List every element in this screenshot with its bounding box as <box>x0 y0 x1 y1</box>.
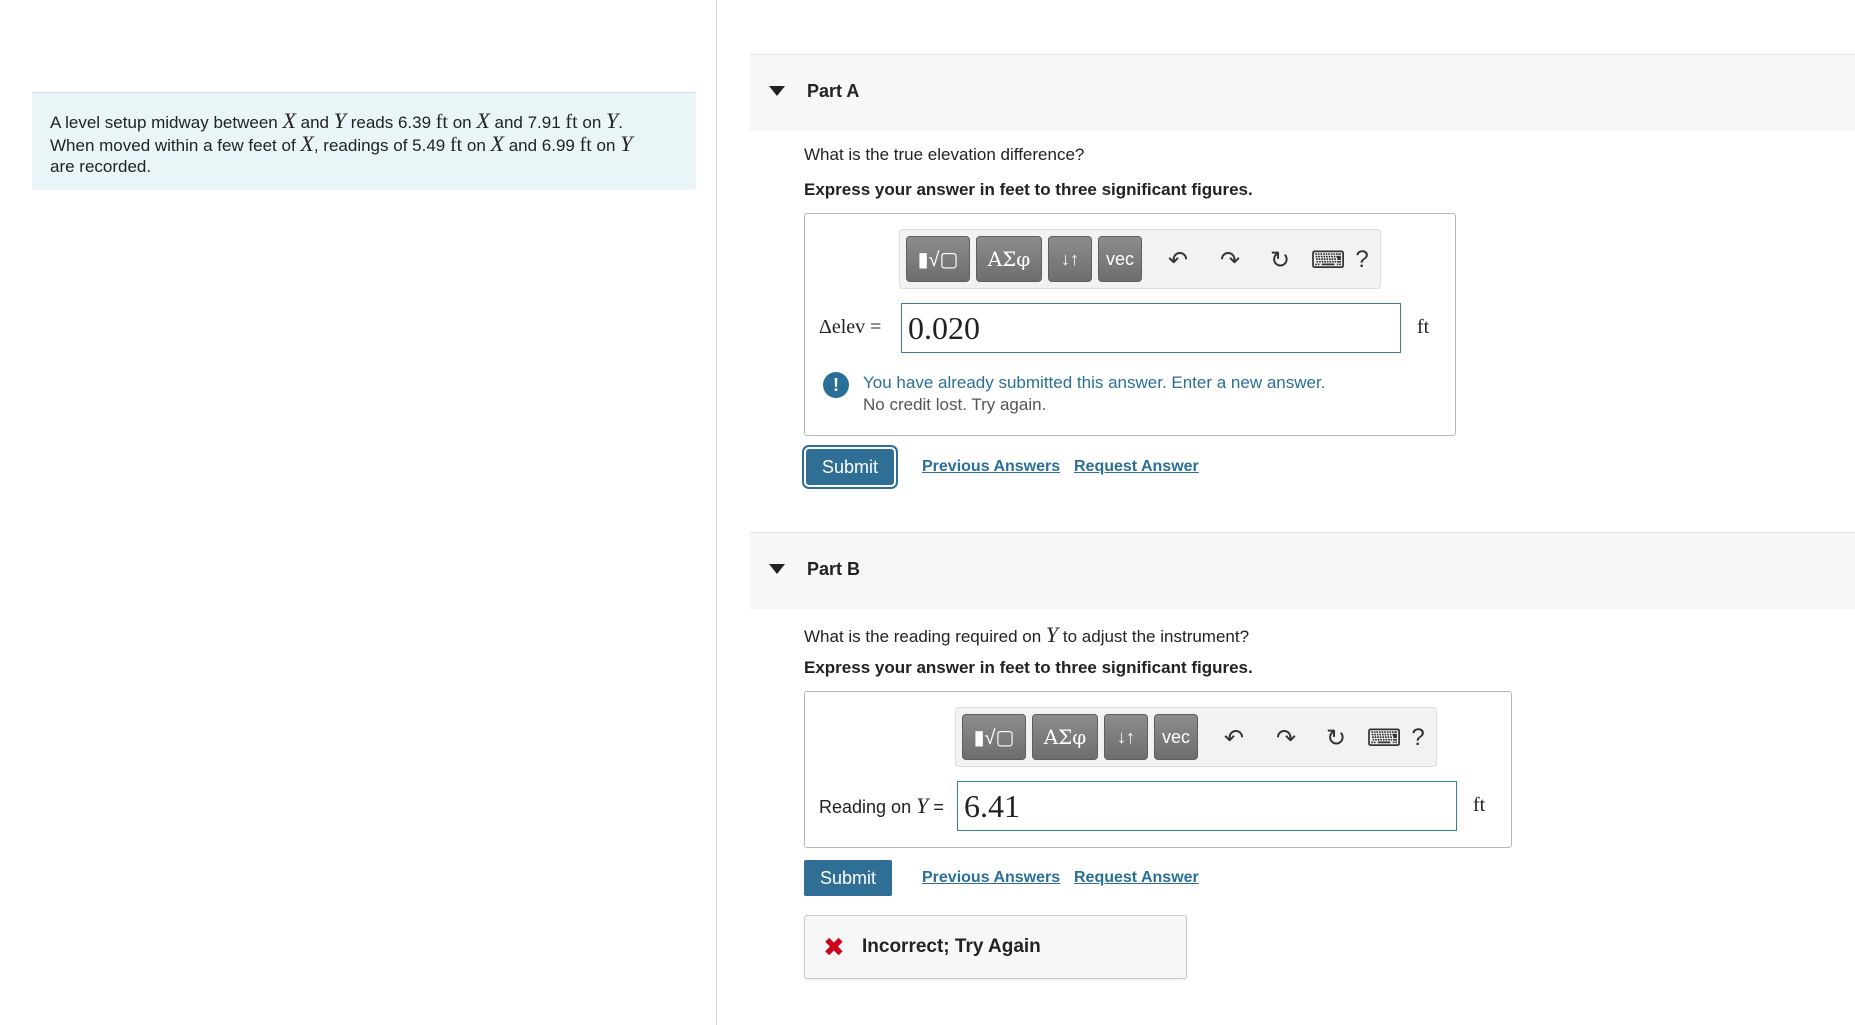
part-a-unit: ft <box>1417 316 1430 338</box>
var-x: X <box>300 131 314 156</box>
feedback-box: ✖ Incorrect; Try Again <box>804 915 1187 979</box>
problem-statement: A level setup midway between X and Y rea… <box>32 92 696 190</box>
part-a-question: What is the true elevation difference? <box>804 145 1085 164</box>
part-b-previous-answers-link[interactable]: Previous Answers <box>922 869 1060 887</box>
caret-down-icon[interactable] <box>769 564 785 574</box>
reset-icon[interactable]: ↻ <box>1320 722 1352 754</box>
unit-ft: ft <box>435 111 448 133</box>
undo-icon[interactable]: ↶ <box>1218 722 1250 754</box>
part-a-previous-answers-link[interactable]: Previous Answers <box>922 458 1060 476</box>
unit-ft: ft <box>579 134 592 156</box>
var-y: Y <box>916 793 929 818</box>
vector-button[interactable]: vec <box>1098 236 1142 282</box>
templates-button[interactable]: ▮√▢ <box>906 236 970 282</box>
math-toolbar: ▮√▢ ΑΣφ ↓↑ vec ↶ ↷ ↻ ⌨ ? <box>955 707 1437 767</box>
keyboard-icon[interactable]: ⌨ <box>1367 722 1402 754</box>
problem-text: on <box>462 136 491 155</box>
problem-text: A level setup midway between <box>50 113 283 132</box>
reset-icon[interactable]: ↻ <box>1264 244 1296 276</box>
unit-ft: ft <box>565 111 578 133</box>
help-icon[interactable]: ? <box>1346 244 1378 276</box>
var-x: X <box>282 108 296 133</box>
problem-text: When moved within a few feet of <box>50 136 301 155</box>
feedback-message: Incorrect; Try Again <box>862 936 1041 957</box>
undo-icon[interactable]: ↶ <box>1162 244 1194 276</box>
delta-elev-label: Δelev = <box>819 316 882 338</box>
part-a-header[interactable]: Part A <box>750 54 1855 131</box>
part-b-question: What is the reading required on Y to adj… <box>804 622 1249 648</box>
info-icon: ! <box>823 372 849 398</box>
problem-text: . <box>618 113 623 132</box>
part-a-answer-box: ▮√▢ ΑΣφ ↓↑ vec ↶ ↷ ↻ ⌨ ? Δelev = ft ! Yo… <box>804 213 1456 436</box>
templates-button[interactable]: ▮√▢ <box>962 714 1026 760</box>
problem-text: , readings of 5.49 <box>313 136 450 155</box>
var-x: X <box>490 131 504 156</box>
part-a-notice: You have already submitted this answer. … <box>863 373 1326 392</box>
problem-text: on <box>447 113 477 132</box>
label-text: = <box>928 797 944 817</box>
caret-down-icon[interactable] <box>769 86 785 96</box>
help-icon[interactable]: ? <box>1402 722 1434 754</box>
part-b-unit: ft <box>1473 794 1486 816</box>
problem-text: and <box>295 113 334 132</box>
var-y: Y <box>620 131 633 156</box>
problem-text: on <box>591 136 621 155</box>
subscript-superscript-button[interactable]: ↓↑ <box>1048 236 1092 282</box>
math-toolbar: ▮√▢ ΑΣφ ↓↑ vec ↶ ↷ ↻ ⌨ ? <box>899 229 1381 289</box>
part-a-title: Part A <box>807 81 860 101</box>
vector-button[interactable]: vec <box>1154 714 1198 760</box>
part-b-answer-input[interactable] <box>957 781 1457 831</box>
var-y: Y <box>1045 622 1059 647</box>
reading-on-y-label: Reading on Y = <box>819 793 944 819</box>
part-b-header[interactable]: Part B <box>750 532 1855 609</box>
part-a-submit-button[interactable]: Submit <box>806 449 895 485</box>
redo-icon[interactable]: ↷ <box>1270 722 1302 754</box>
part-b-title: Part B <box>807 559 861 579</box>
part-b-instruction: Express your answer in feet to three sig… <box>804 658 1253 677</box>
problem-text: are recorded. <box>50 157 152 176</box>
problem-text: and 7.91 <box>489 113 566 132</box>
problem-column: A level setup midway between X and Y rea… <box>0 0 717 1025</box>
redo-icon[interactable]: ↷ <box>1214 244 1246 276</box>
greek-symbols-button[interactable]: ΑΣφ <box>1032 714 1098 760</box>
question-text: to adjust the instrument? <box>1058 627 1250 646</box>
keyboard-icon[interactable]: ⌨ <box>1311 244 1346 276</box>
label-text: Reading on <box>819 797 917 817</box>
part-a-notice-sub: No credit lost. Try again. <box>863 395 1047 414</box>
var-x: X <box>476 108 490 133</box>
part-b-request-answer-link[interactable]: Request Answer <box>1074 869 1199 887</box>
incorrect-x-icon: ✖ <box>823 932 845 962</box>
problem-text: and 6.99 <box>503 136 580 155</box>
part-a-answer-input[interactable] <box>901 303 1401 353</box>
part-b-submit-button[interactable]: Submit <box>804 860 893 896</box>
subscript-superscript-button[interactable]: ↓↑ <box>1104 714 1148 760</box>
var-y: Y <box>606 108 619 133</box>
problem-text: on <box>577 113 606 132</box>
part-a-request-answer-link[interactable]: Request Answer <box>1074 458 1199 476</box>
var-y: Y <box>333 108 346 133</box>
unit-ft: ft <box>449 134 463 156</box>
problem-text: reads 6.39 <box>345 113 436 132</box>
part-a-instruction: Express your answer in feet to three sig… <box>804 180 1253 199</box>
greek-symbols-button[interactable]: ΑΣφ <box>976 236 1042 282</box>
part-b-answer-box: ▮√▢ ΑΣφ ↓↑ vec ↶ ↷ ↻ ⌨ ? Reading on Y = … <box>804 691 1512 848</box>
question-text: What is the reading required on <box>804 627 1046 646</box>
